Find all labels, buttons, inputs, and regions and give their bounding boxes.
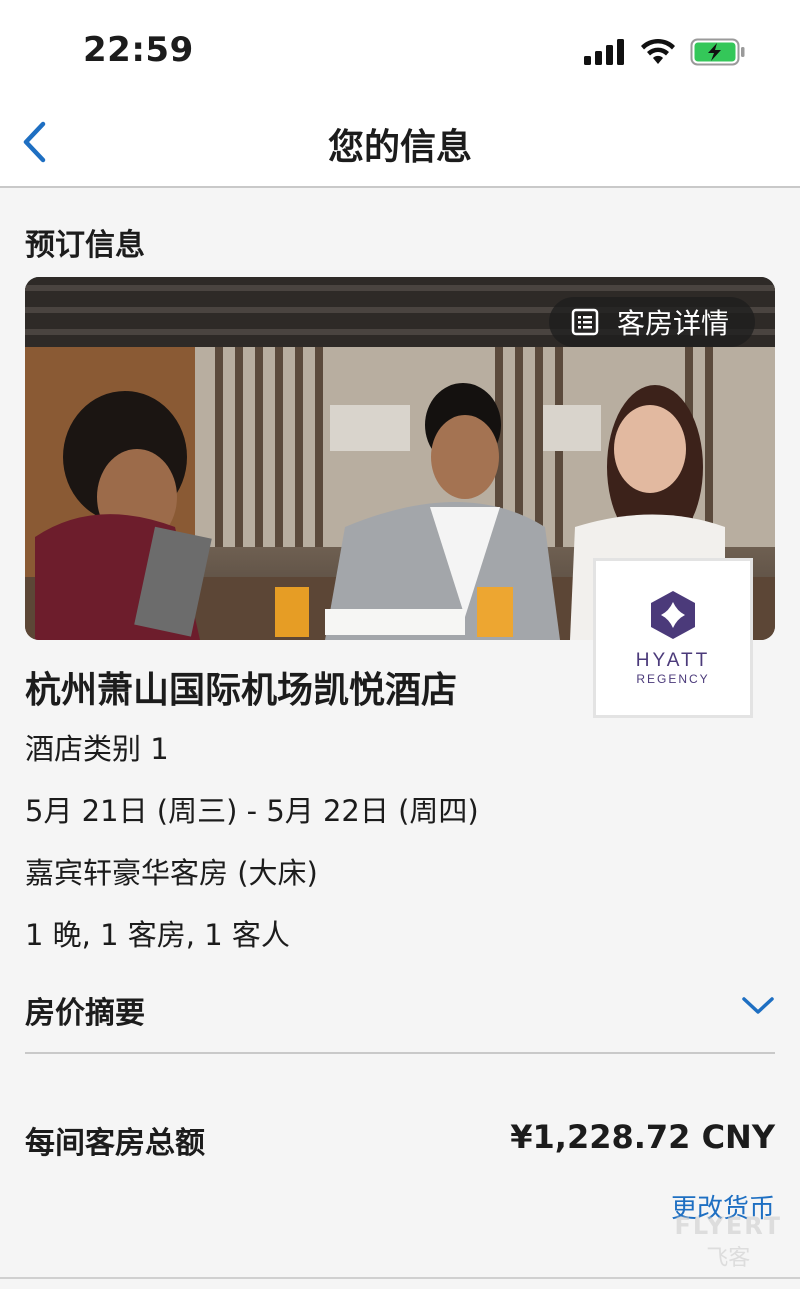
logo-brand-line2: REGENCY [636, 672, 710, 686]
hotel-name: 杭州萧山国际机场凯悦酒店 [25, 670, 458, 711]
watermark-line1: FLYERT [674, 1212, 782, 1240]
status-bar: 22:59 [0, 0, 800, 100]
section-title: 预订信息 [25, 228, 145, 263]
total-per-room-label: 每间客房总额 [25, 1126, 205, 1161]
room-details-button[interactable]: 客房详情 [548, 297, 755, 347]
status-icons [584, 38, 746, 66]
list-icon [571, 308, 599, 336]
room-type: 嘉宾轩豪华客房 (大床) [25, 856, 318, 890]
battery-charging-icon [690, 38, 745, 66]
hyatt-logo-mark [651, 591, 695, 639]
price-summary-label: 房价摘要 [25, 996, 145, 1031]
watermark: FLYERT 飞客 [675, 1212, 783, 1272]
signal-icon [584, 39, 624, 65]
occupancy-summary: 1 晚, 1 客房, 1 客人 [25, 918, 290, 952]
bottom-divider [0, 1277, 800, 1279]
total-per-room-value: ¥1,228.72 CNY [510, 1118, 775, 1156]
chevron-down-icon [742, 997, 774, 1014]
hotel-brand-logo: HYATT REGENCY [593, 558, 753, 718]
hotel-category: 酒店类别 1 [25, 732, 169, 766]
status-time: 22:59 [83, 30, 194, 70]
logo-brand-line1: HYATT [635, 650, 711, 671]
page-title: 您的信息 [327, 127, 472, 168]
navigation-bar: 您的信息 [0, 100, 800, 188]
stay-dates: 5月 21日 (周三) - 5月 22日 (周四) [25, 794, 479, 828]
watermark-line2: 飞客 [706, 1246, 751, 1271]
price-summary-toggle[interactable]: 房价摘要 [25, 988, 775, 1054]
wifi-icon [641, 38, 675, 64]
room-details-label: 客房详情 [616, 307, 729, 340]
